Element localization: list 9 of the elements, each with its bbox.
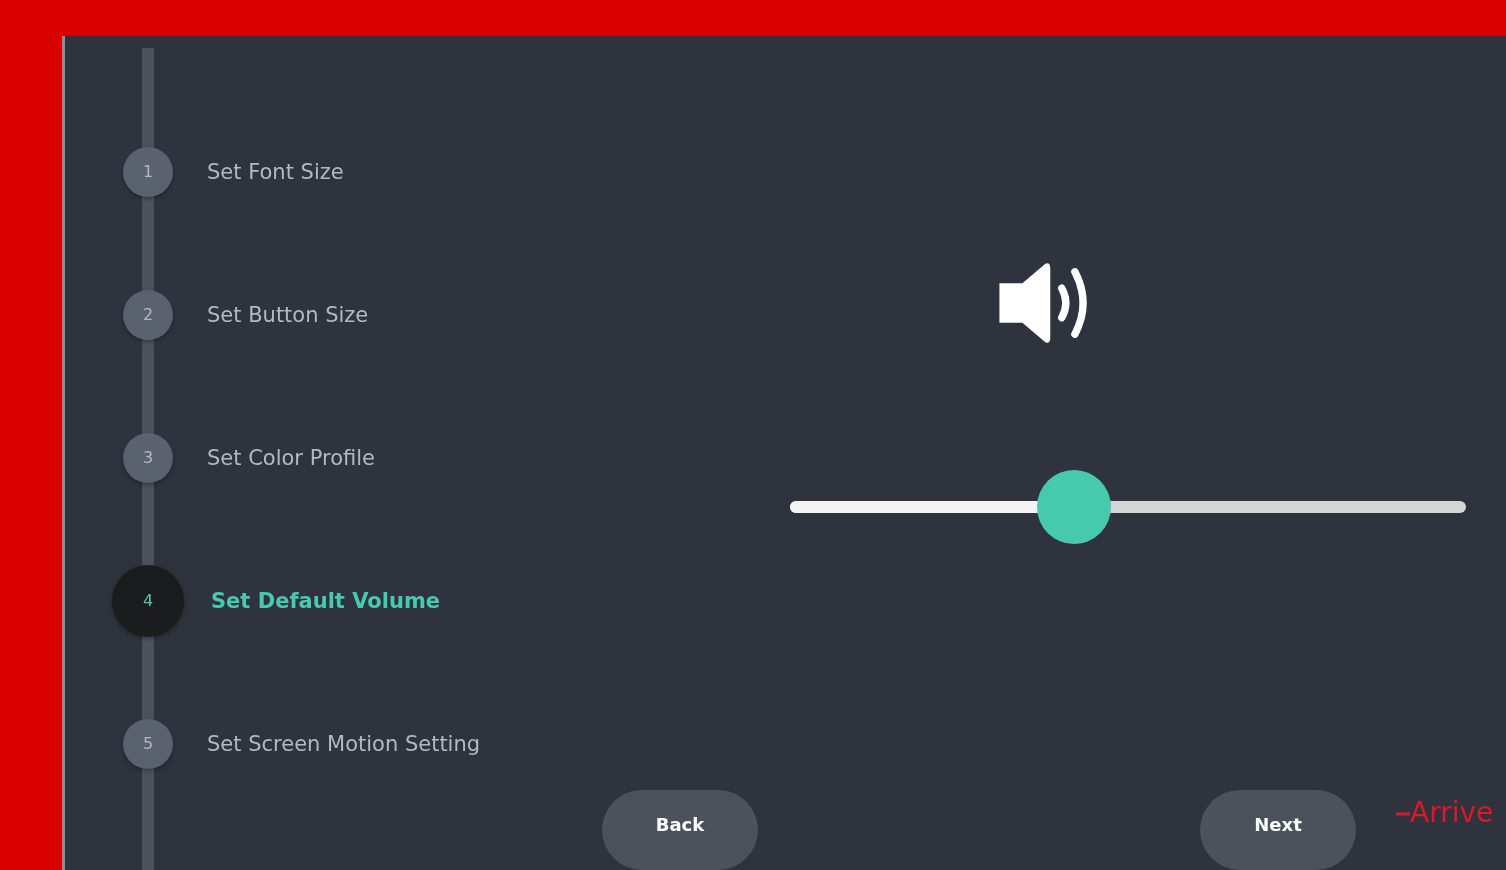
step-label[interactable]: Set Color Profile (207, 433, 375, 483)
next-button[interactable]: Next (1200, 790, 1356, 870)
step-number[interactable]: 4 (112, 565, 184, 637)
logo: Arrive (1410, 795, 1494, 831)
step-label[interactable]: Set Default Volume (211, 576, 440, 626)
step-label[interactable]: Set Font Size (207, 147, 344, 197)
step-label[interactable]: Set Screen Motion Setting (207, 719, 481, 769)
back-button[interactable]: Back (602, 790, 758, 870)
step-label[interactable]: Set Button Size (207, 290, 369, 340)
